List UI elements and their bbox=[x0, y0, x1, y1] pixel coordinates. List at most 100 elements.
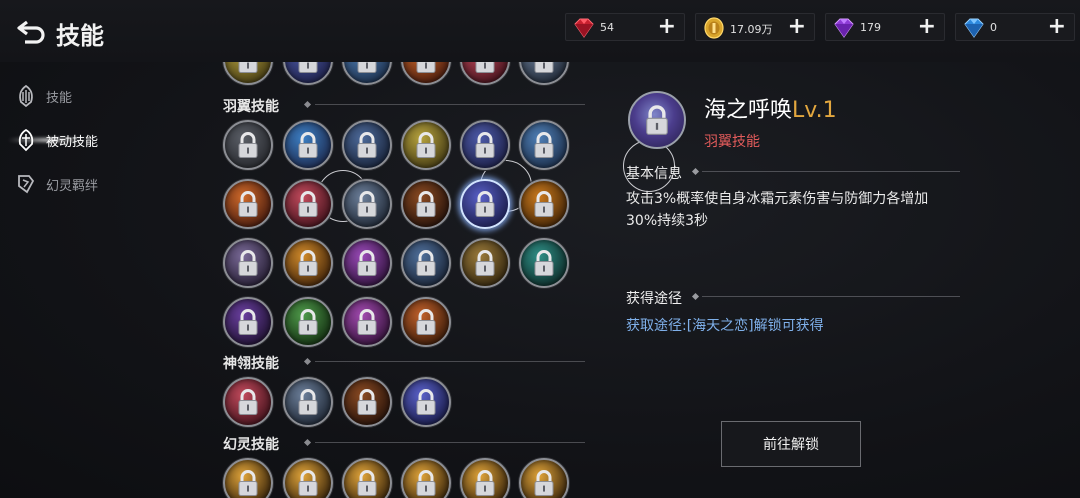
skill-slot[interactable] bbox=[342, 62, 392, 85]
skill-slot[interactable] bbox=[223, 458, 273, 498]
add-currency-button[interactable]: + bbox=[1048, 15, 1066, 39]
lock-icon bbox=[416, 309, 436, 336]
skill-slot[interactable] bbox=[283, 297, 333, 347]
lock-icon bbox=[416, 132, 436, 159]
skill-description: 攻击3%概率使自身冰霜元素伤害与防御力各增加30%持续3秒 bbox=[626, 191, 929, 229]
lock-icon bbox=[238, 191, 258, 218]
skill-slot[interactable] bbox=[223, 297, 273, 347]
skill-slot[interactable] bbox=[342, 297, 392, 347]
lock-icon bbox=[238, 62, 258, 74]
section-divider bbox=[702, 296, 960, 297]
skill-slot[interactable] bbox=[401, 179, 451, 229]
lock-icon bbox=[357, 191, 377, 218]
skill-slot[interactable] bbox=[401, 297, 451, 347]
lock-icon bbox=[298, 250, 318, 277]
skill-slot[interactable] bbox=[223, 179, 273, 229]
currency-value: 179 bbox=[860, 21, 881, 34]
lock-icon bbox=[238, 389, 258, 416]
skill-slot[interactable] bbox=[401, 458, 451, 498]
skill-slot[interactable] bbox=[519, 120, 569, 170]
blue-diamond-icon bbox=[964, 18, 984, 38]
skill-slot[interactable] bbox=[401, 120, 451, 170]
skill-slot[interactable] bbox=[223, 120, 273, 170]
skill-slot[interactable] bbox=[460, 120, 510, 170]
skill-slot[interactable] bbox=[283, 458, 333, 498]
section-divider-dot bbox=[691, 292, 700, 301]
section-title-spirit-skills: 幻灵技能 bbox=[223, 437, 279, 453]
skill-slot[interactable] bbox=[223, 238, 273, 288]
lock-icon bbox=[357, 389, 377, 416]
lock-icon bbox=[357, 132, 377, 159]
add-currency-button[interactable]: + bbox=[918, 15, 936, 39]
skill-slot[interactable] bbox=[283, 377, 333, 427]
lock-icon bbox=[357, 470, 377, 497]
lock-icon bbox=[534, 62, 554, 74]
skill-slot[interactable] bbox=[401, 62, 451, 85]
section-divider-dot bbox=[303, 438, 312, 447]
skill-slot[interactable] bbox=[460, 238, 510, 288]
red-gem-icon bbox=[574, 18, 594, 38]
section-divider-dot bbox=[691, 167, 700, 176]
lock-icon bbox=[534, 250, 554, 277]
skill-slot[interactable] bbox=[342, 377, 392, 427]
page-title: 技能 bbox=[56, 22, 104, 50]
skill-slot[interactable] bbox=[283, 179, 333, 229]
skill-grid-panel[interactable]: 羽翼技能 神翎技能 幻灵技能 bbox=[215, 62, 595, 498]
currency-gold-coin: 17.09万 + bbox=[695, 13, 815, 41]
skill-slot[interactable] bbox=[519, 179, 569, 229]
skill-slot[interactable] bbox=[460, 179, 510, 229]
add-currency-button[interactable]: + bbox=[788, 15, 806, 39]
skill-level: Lv.1 bbox=[792, 98, 837, 123]
lock-icon bbox=[416, 250, 436, 277]
lock-icon bbox=[238, 309, 258, 336]
skill-slot[interactable] bbox=[460, 62, 510, 85]
sidebar-item-spirit-bond[interactable]: 幻灵羁绊 bbox=[14, 171, 98, 197]
lock-icon bbox=[357, 250, 377, 277]
skill-slot[interactable] bbox=[342, 179, 392, 229]
go-unlock-button[interactable]: 前往解锁 bbox=[721, 421, 861, 467]
acquire-source-link[interactable]: 获取途径:[海天之恋]解锁可获得 bbox=[626, 315, 824, 335]
skill-slot[interactable] bbox=[223, 377, 273, 427]
lock-icon bbox=[534, 470, 554, 497]
skill-slot[interactable] bbox=[283, 120, 333, 170]
currency-red-gem: 54 + bbox=[565, 13, 685, 41]
lock-icon bbox=[416, 470, 436, 497]
selected-skill-icon bbox=[628, 91, 686, 149]
skill-slot[interactable] bbox=[342, 238, 392, 288]
skill-slot[interactable] bbox=[401, 238, 451, 288]
skill-slot[interactable] bbox=[342, 120, 392, 170]
section-divider bbox=[315, 104, 585, 105]
lock-icon bbox=[238, 132, 258, 159]
lock-icon bbox=[534, 132, 554, 159]
back-arrow-icon bbox=[17, 20, 45, 44]
skill-slot[interactable] bbox=[283, 238, 333, 288]
skill-name: 海之呼唤Lv.1 bbox=[704, 92, 837, 124]
sidebar-item-skills[interactable]: 技能 bbox=[14, 83, 72, 109]
lock-icon bbox=[416, 62, 436, 74]
lock-icon bbox=[475, 132, 495, 159]
skill-type: 羽翼技能 bbox=[704, 134, 760, 150]
skill-slot[interactable] bbox=[519, 62, 569, 85]
lock-icon bbox=[298, 132, 318, 159]
skill-slot[interactable] bbox=[342, 458, 392, 498]
add-currency-button[interactable]: + bbox=[658, 15, 676, 39]
currency-value: 0 bbox=[990, 21, 997, 34]
skill-name-text: 海之呼唤 bbox=[704, 98, 793, 123]
skill-slot[interactable] bbox=[460, 458, 510, 498]
acquire-title: 获得途径 bbox=[626, 291, 682, 307]
back-button[interactable] bbox=[16, 18, 50, 46]
currency-blue-gem: 0 + bbox=[955, 13, 1075, 41]
skill-slot[interactable] bbox=[519, 238, 569, 288]
skill-slot[interactable] bbox=[519, 458, 569, 498]
skill-slot[interactable] bbox=[401, 377, 451, 427]
basic-info-title: 基本信息 bbox=[626, 166, 682, 182]
lock-icon bbox=[534, 191, 554, 218]
lock-icon bbox=[416, 191, 436, 218]
sidebar-item-label: 技能 bbox=[46, 90, 73, 106]
lock-icon bbox=[475, 470, 495, 497]
sidebar-item-passive-skills[interactable]: 被动技能 bbox=[14, 127, 98, 153]
skill-slot[interactable] bbox=[223, 62, 273, 85]
lock-icon bbox=[298, 389, 318, 416]
skill-slot[interactable] bbox=[283, 62, 333, 85]
lock-icon bbox=[298, 191, 318, 218]
